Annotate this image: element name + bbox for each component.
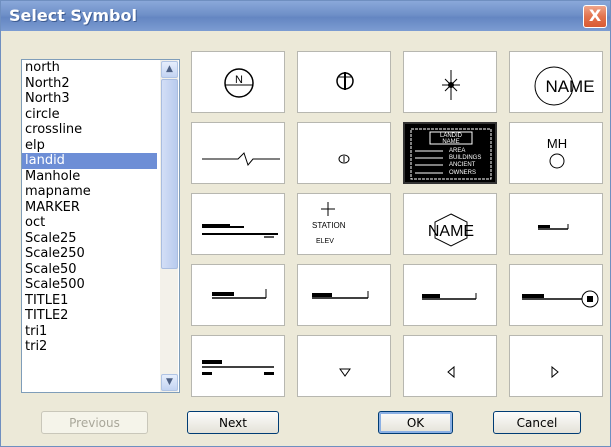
symbol-oct[interactable]: NAME: [403, 193, 497, 255]
list-item[interactable]: elp: [22, 138, 157, 154]
scroll-down-button[interactable]: ▼: [161, 374, 178, 391]
symbol-north3[interactable]: [403, 51, 497, 113]
oct-name-label: NAME: [428, 223, 474, 240]
scroll-up-button[interactable]: ▲: [161, 61, 178, 78]
circle-name-label: NAME: [545, 77, 594, 96]
title-bar[interactable]: Select Symbol X: [1, 1, 610, 31]
symbol-scale25[interactable]: [509, 193, 603, 255]
list-item[interactable]: TITLE2: [22, 308, 157, 324]
list-item[interactable]: TITLE1: [22, 293, 157, 309]
list-item[interactable]: tri2: [22, 339, 157, 355]
symbol-list-items: north North2 North3 circle crossline elp landi…: [22, 60, 179, 355]
landid-ancient: ANCIENT: [449, 162, 476, 168]
list-item[interactable]: Scale50: [22, 262, 157, 278]
symbol-crossline[interactable]: [191, 122, 285, 184]
symbol-north2[interactable]: [297, 51, 391, 113]
symbol-title2[interactable]: [191, 335, 285, 397]
list-item[interactable]: Scale250: [22, 246, 157, 262]
list-item[interactable]: north: [22, 60, 157, 76]
list-item[interactable]: Scale25: [22, 231, 157, 247]
dialog-title: Select Symbol: [9, 6, 137, 25]
list-item[interactable]: Scale500: [22, 277, 157, 293]
landid-name: NAME: [442, 139, 459, 145]
select-symbol-dialog: Select Symbol X north North2 North3 circle c…: [0, 0, 611, 447]
ok-button[interactable]: OK: [378, 411, 453, 434]
elev-label: ELEV: [316, 238, 334, 245]
symbol-scale50[interactable]: [297, 264, 391, 326]
cancel-button[interactable]: Cancel: [493, 411, 581, 434]
list-item[interactable]: oct: [22, 215, 157, 231]
list-item[interactable]: circle: [22, 107, 157, 123]
symbol-elp[interactable]: [297, 122, 391, 184]
next-button[interactable]: Next: [187, 411, 279, 434]
symbol-scale500[interactable]: [403, 264, 497, 326]
list-item[interactable]: MARKER: [22, 200, 157, 216]
list-item[interactable]: tri1: [22, 324, 157, 340]
symbol-mapname[interactable]: [191, 193, 285, 255]
north-letter: N: [235, 74, 243, 86]
close-button[interactable]: X: [583, 5, 607, 28]
symbol-manhole[interactable]: MH: [509, 122, 603, 184]
symbol-tri3[interactable]: [509, 335, 603, 397]
symbol-circle[interactable]: NAME: [509, 51, 603, 113]
list-item[interactable]: mapname: [22, 184, 157, 200]
list-item[interactable]: crossline: [22, 122, 157, 138]
symbol-list[interactable]: north North2 North3 circle crossline elp landi…: [21, 59, 180, 393]
symbol-scale250[interactable]: [191, 264, 285, 326]
previous-button[interactable]: Previous: [41, 411, 148, 434]
list-item[interactable]: Manhole: [22, 169, 157, 185]
landid-area: AREA: [449, 148, 465, 154]
list-item[interactable]: landid: [22, 153, 157, 169]
symbol-marker[interactable]: STATION ELEV: [297, 193, 391, 255]
scroll-thumb[interactable]: [161, 79, 178, 269]
symbol-landid[interactable]: LANDID NAME AREA BUILDINGS ANCIENT OWNER…: [403, 122, 497, 184]
landid-owners: OWNERS: [449, 170, 476, 176]
list-item[interactable]: North2: [22, 76, 157, 92]
manhole-label: MH: [547, 136, 567, 151]
station-label: STATION: [312, 221, 346, 230]
symbol-tri2[interactable]: [403, 335, 497, 397]
symbol-north[interactable]: N: [191, 51, 285, 113]
landid-buildings: BUILDINGS: [449, 155, 481, 161]
symbol-tri1[interactable]: [297, 335, 391, 397]
list-scrollbar[interactable]: ▲ ▼: [160, 60, 178, 392]
symbol-title1[interactable]: [509, 264, 603, 326]
list-item[interactable]: North3: [22, 91, 157, 107]
